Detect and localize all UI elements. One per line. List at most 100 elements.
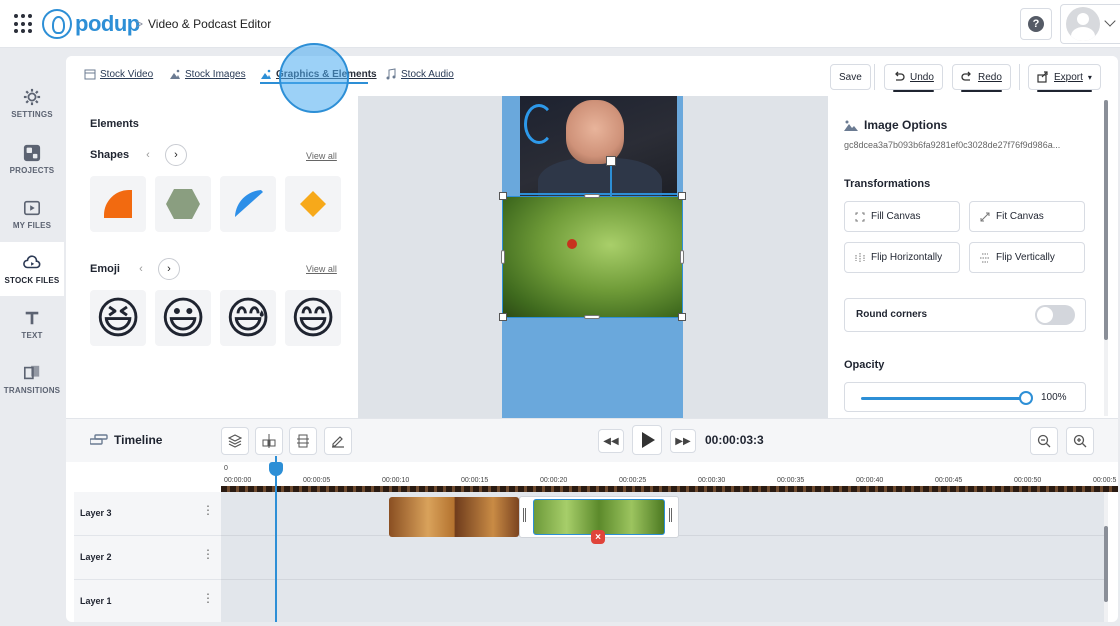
fill-canvas-button[interactable]: Fill Canvas xyxy=(844,201,960,232)
layer-row-layer-2[interactable]: Layer 2 ⋮ xyxy=(74,536,221,580)
tab-stock-audio[interactable]: Stock Audio xyxy=(385,68,454,80)
clip-trim-handle-left[interactable] xyxy=(523,508,526,522)
sidebar-item-text[interactable]: TEXT xyxy=(0,297,64,351)
editor-main: Stock Video Stock Images Graphics & Elem… xyxy=(66,56,1118,622)
sidebar-item-my-files[interactable]: MY FILES xyxy=(0,187,64,241)
emoji-item[interactable]: 😅 xyxy=(220,290,276,346)
flip-vertically-button[interactable]: Flip Vertically xyxy=(969,242,1085,273)
track-layer-1[interactable] xyxy=(221,580,1104,622)
sidebar-item-transitions[interactable]: TRANSITIONS xyxy=(0,352,64,406)
asset-tab-bar: Stock Video Stock Images Graphics & Elem… xyxy=(66,56,1118,96)
emoji-next-button[interactable]: › xyxy=(158,258,180,280)
playhead[interactable] xyxy=(275,456,277,622)
flip-horizontally-button[interactable]: Flip Horizontally xyxy=(844,242,960,273)
clip-trim-handle-right[interactable] xyxy=(669,508,672,522)
canvas-area[interactable] xyxy=(358,96,828,418)
image-icon xyxy=(170,69,180,79)
sidebar-item-projects[interactable]: PROJECTS xyxy=(0,132,64,186)
redo-button[interactable]: Redo xyxy=(952,64,1011,92)
resize-handle-n[interactable] xyxy=(584,194,600,198)
apps-grid-icon[interactable] xyxy=(14,14,34,34)
resize-handle-ne[interactable] xyxy=(678,192,686,200)
desert-clip[interactable] xyxy=(389,497,519,537)
emoji-item[interactable]: 😃 xyxy=(155,290,211,346)
shape-diamond[interactable] xyxy=(285,176,341,232)
split-tool-button[interactable] xyxy=(255,427,283,455)
rewind-button[interactable]: ◀◀ xyxy=(598,429,624,453)
resize-handle-w[interactable] xyxy=(501,250,505,264)
timeline-tracks[interactable]: × xyxy=(221,492,1104,622)
shapes-prev-button[interactable]: ‹ xyxy=(137,144,159,166)
transitions-icon xyxy=(23,365,40,379)
ruler-tick-label: 00:00:10 xyxy=(382,477,410,484)
tab-stock-images[interactable]: Stock Images xyxy=(169,68,246,80)
layer-row-layer-3[interactable]: Layer 3 ⋮ xyxy=(74,492,221,536)
save-button[interactable]: Save xyxy=(830,64,871,90)
ruler-tick-label: 00:00:40 xyxy=(856,477,884,484)
edit-tool-button[interactable] xyxy=(324,427,352,455)
emoji-item[interactable]: 😄 xyxy=(285,290,341,346)
export-icon xyxy=(1037,71,1048,83)
left-sidebar: SETTINGS PROJECTS MY FILES STOCK FILES T… xyxy=(0,56,64,622)
layer-menu-icon[interactable]: ⋮ xyxy=(202,548,214,560)
resize-handle-nw[interactable] xyxy=(499,192,507,200)
playhead-handle[interactable] xyxy=(269,462,283,476)
options-scrollbar-thumb[interactable] xyxy=(1104,100,1108,340)
zoom-in-button[interactable] xyxy=(1066,427,1094,455)
shapes-next-button[interactable]: › xyxy=(165,144,187,166)
gear-icon xyxy=(23,88,41,105)
trim-tool-button[interactable] xyxy=(289,427,317,455)
shape-quarter-circle-orange[interactable] xyxy=(90,176,146,232)
shape-hexagon[interactable] xyxy=(155,176,211,232)
emoji-view-all-link[interactable]: View all xyxy=(306,264,337,274)
timeline-scrollbar-thumb[interactable] xyxy=(1104,526,1108,602)
resize-handle-e[interactable] xyxy=(680,250,684,264)
track-layer-2[interactable] xyxy=(221,536,1104,580)
emoji-item[interactable]: 😆 xyxy=(90,290,146,346)
round-corners-toggle[interactable] xyxy=(1035,305,1075,325)
image-options-panel: Image Options gc8dcea3a7b093b6fa9281ef0c… xyxy=(828,96,1118,418)
emoji-prev-button[interactable]: ‹ xyxy=(130,258,152,280)
cloud-icon xyxy=(23,254,41,268)
sidebar-item-stock-files[interactable]: STOCK FILES xyxy=(0,242,64,296)
projects-icon xyxy=(23,144,41,161)
layer-menu-icon[interactable]: ⋮ xyxy=(202,504,214,516)
rotate-handle[interactable] xyxy=(606,156,616,166)
sidebar-item-settings[interactable]: SETTINGS xyxy=(0,76,64,130)
transformations-title: Transformations xyxy=(844,178,931,190)
click-indicator xyxy=(279,43,349,113)
track-layer-3[interactable]: × xyxy=(221,492,1104,544)
help-button[interactable]: ? xyxy=(1020,8,1052,40)
tab-stock-video[interactable]: Stock Video xyxy=(84,68,153,80)
fast-forward-button[interactable]: ▶▶ xyxy=(670,429,696,453)
zoom-out-button[interactable] xyxy=(1030,427,1058,455)
layer-menu-icon[interactable]: ⋮ xyxy=(202,592,214,604)
avatar[interactable] xyxy=(1066,7,1100,41)
layers-tool-button[interactable] xyxy=(221,427,249,455)
selected-image-layer[interactable] xyxy=(502,196,683,318)
brand-logo[interactable]: podup xyxy=(42,9,140,39)
timeline-header: Timeline ◀◀ ▶▶ 00:00:03:3 xyxy=(66,418,1118,462)
opacity-slider-track[interactable] xyxy=(861,397,1025,400)
play-button[interactable] xyxy=(632,425,662,455)
video-canvas[interactable] xyxy=(499,96,686,418)
quarter-circle-icon xyxy=(235,190,263,217)
caret-down-icon: ▾ xyxy=(1087,72,1092,82)
sidebar-item-label: STOCK FILES xyxy=(4,275,60,285)
layer-row-layer-1[interactable]: Layer 1 ⋮ xyxy=(74,580,221,622)
image-icon xyxy=(844,120,858,131)
resize-handle-se[interactable] xyxy=(678,313,686,321)
shapes-view-all-link[interactable]: View all xyxy=(306,151,337,161)
undo-button[interactable]: Undo xyxy=(884,64,943,92)
resize-handle-s[interactable] xyxy=(584,315,600,319)
opacity-slider-thumb[interactable] xyxy=(1019,391,1033,405)
fit-canvas-button[interactable]: Fit Canvas xyxy=(969,201,1085,232)
podup-logo-icon xyxy=(42,9,72,39)
files-icon xyxy=(23,200,41,215)
shape-quarter-circle-blue[interactable] xyxy=(220,176,276,232)
export-button[interactable]: Export ▾ xyxy=(1028,64,1101,92)
toolbar-divider xyxy=(1019,64,1020,90)
rewind-icon: ◀◀ xyxy=(603,435,619,447)
ruler-tick-label: 00:00:15 xyxy=(461,477,489,484)
resize-handle-sw[interactable] xyxy=(499,313,507,321)
